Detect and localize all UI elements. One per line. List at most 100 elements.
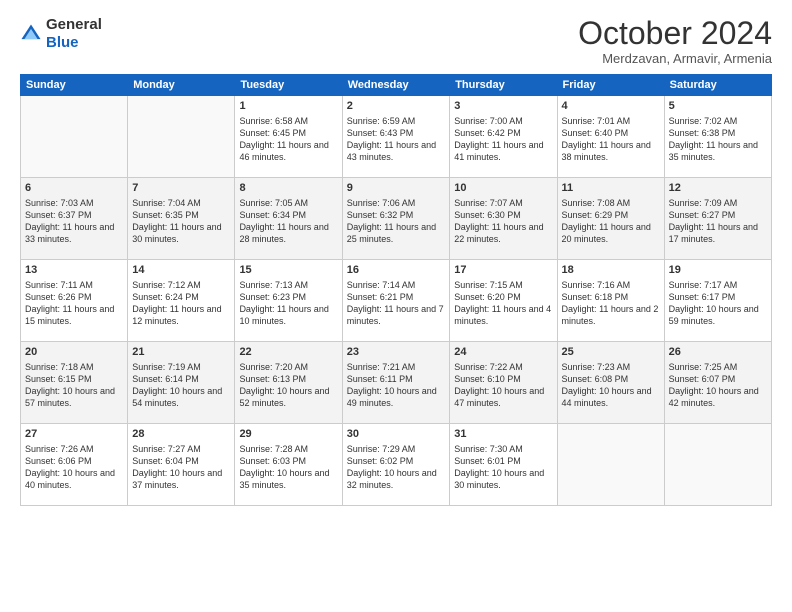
daylight-text: Daylight: 11 hours and 12 minutes.: [132, 303, 230, 327]
table-row: 19Sunrise: 7:17 AMSunset: 6:17 PMDayligh…: [664, 260, 771, 342]
logo-blue: Blue: [46, 34, 79, 51]
sunset-text: Sunset: 6:37 PM: [25, 209, 123, 221]
sunrise-text: Sunrise: 7:09 AM: [669, 197, 767, 209]
table-row: 17Sunrise: 7:15 AMSunset: 6:20 PMDayligh…: [450, 260, 557, 342]
daylight-text: Daylight: 11 hours and 2 minutes.: [562, 303, 660, 327]
sunset-text: Sunset: 6:23 PM: [239, 291, 337, 303]
calendar-week-row: 1Sunrise: 6:58 AMSunset: 6:45 PMDaylight…: [21, 96, 772, 178]
calendar-week-row: 27Sunrise: 7:26 AMSunset: 6:06 PMDayligh…: [21, 424, 772, 506]
day-number: 18: [562, 263, 660, 278]
table-row: 20Sunrise: 7:18 AMSunset: 6:15 PMDayligh…: [21, 342, 128, 424]
table-row: 14Sunrise: 7:12 AMSunset: 6:24 PMDayligh…: [128, 260, 235, 342]
sunrise-text: Sunrise: 6:59 AM: [347, 115, 446, 127]
sunrise-text: Sunrise: 6:58 AM: [239, 115, 337, 127]
calendar-week-row: 6Sunrise: 7:03 AMSunset: 6:37 PM Daylight…: [21, 178, 772, 260]
daylight-text: Daylight: 11 hours and 38 minutes.: [562, 139, 660, 163]
sunrise-text: Sunrise: 7:04 AM: [132, 197, 230, 209]
sunrise-text: Sunrise: 7:14 AM: [347, 279, 446, 291]
day-number: 2: [347, 99, 446, 114]
sunrise-text: Sunrise: 7:08 AM: [562, 197, 660, 209]
day-number: 7: [132, 181, 230, 196]
table-row: 22Sunrise: 7:20 AMSunset: 6:13 PMDayligh…: [235, 342, 342, 424]
daylight-text: Daylight: 10 hours and 30 minutes.: [454, 467, 552, 491]
day-number: 27: [25, 427, 123, 442]
sunset-text: Sunset: 6:21 PM: [347, 291, 446, 303]
table-row: 3Sunrise: 7:00 AMSunset: 6:42 PMDaylight…: [450, 96, 557, 178]
sunset-text: Sunset: 6:20 PM: [454, 291, 552, 303]
daylight-text: Daylight: 11 hours and 28 minutes.: [239, 221, 337, 245]
day-number: 13: [25, 263, 123, 278]
daylight-text: Daylight: 10 hours and 59 minutes.: [669, 303, 767, 327]
sunrise-text: Sunrise: 7:29 AM: [347, 443, 446, 455]
table-row: 12Sunrise: 7:09 AMSunset: 6:27 PMDayligh…: [664, 178, 771, 260]
table-row: 28Sunrise: 7:27 AMSunset: 6:04 PMDayligh…: [128, 424, 235, 506]
sunrise-text: Sunrise: 7:28 AM: [239, 443, 337, 455]
header-sunday: Sunday: [21, 75, 128, 96]
table-row: 27Sunrise: 7:26 AMSunset: 6:06 PMDayligh…: [21, 424, 128, 506]
day-number: 3: [454, 99, 552, 114]
day-number: 1: [239, 99, 337, 114]
sunset-text: Sunset: 6:14 PM: [132, 373, 230, 385]
table-row: 5Sunrise: 7:02 AMSunset: 6:38 PMDaylight…: [664, 96, 771, 178]
sunset-text: Sunset: 6:06 PM: [25, 455, 123, 467]
sunset-text: Sunset: 6:43 PM: [347, 127, 446, 139]
day-number: 11: [562, 181, 660, 196]
sunset-text: Sunset: 6:27 PM: [669, 209, 767, 221]
sunrise-text: Sunrise: 7:05 AM: [239, 197, 337, 209]
sunrise-text: Sunrise: 7:06 AM: [347, 197, 446, 209]
sunrise-text: Sunrise: 7:02 AM: [669, 115, 767, 127]
table-row: [21, 96, 128, 178]
day-number: 26: [669, 345, 767, 360]
daylight-text: Daylight: 10 hours and 40 minutes.: [25, 467, 123, 491]
sunset-text: Sunset: 6:07 PM: [669, 373, 767, 385]
logo-general: General: [46, 16, 102, 33]
sunset-text: Sunset: 6:13 PM: [239, 373, 337, 385]
sunrise-text: Sunrise: 7:13 AM: [239, 279, 337, 291]
sunset-text: Sunset: 6:42 PM: [454, 127, 552, 139]
sunset-text: Sunset: 6:26 PM: [25, 291, 123, 303]
sunrise-text: Sunrise: 7:19 AM: [132, 361, 230, 373]
day-number: 8: [239, 181, 337, 196]
page: General Blue October 2024 Merdzavan, Arm…: [0, 0, 792, 612]
day-number: 17: [454, 263, 552, 278]
calendar-week-row: 20Sunrise: 7:18 AMSunset: 6:15 PMDayligh…: [21, 342, 772, 424]
sunrise-text: Sunrise: 7:03 AM: [25, 197, 123, 209]
table-row: 23Sunrise: 7:21 AMSunset: 6:11 PMDayligh…: [342, 342, 450, 424]
header-saturday: Saturday: [664, 75, 771, 96]
table-row: 15Sunrise: 7:13 AMSunset: 6:23 PMDayligh…: [235, 260, 342, 342]
day-number: 19: [669, 263, 767, 278]
daylight-text: Daylight: 11 hours and 10 minutes.: [239, 303, 337, 327]
calendar-week-row: 13Sunrise: 7:11 AMSunset: 6:26 PMDayligh…: [21, 260, 772, 342]
sunrise-text: Sunrise: 7:12 AM: [132, 279, 230, 291]
table-row: [557, 424, 664, 506]
day-number: 22: [239, 345, 337, 360]
sunset-text: Sunset: 6:18 PM: [562, 291, 660, 303]
table-row: 18Sunrise: 7:16 AMSunset: 6:18 PMDayligh…: [557, 260, 664, 342]
sunrise-text: Sunrise: 7:00 AM: [454, 115, 552, 127]
day-number: 4: [562, 99, 660, 114]
title-block: October 2024 Merdzavan, Armavir, Armenia: [578, 16, 772, 66]
day-number: 28: [132, 427, 230, 442]
sunrise-text: Sunrise: 7:16 AM: [562, 279, 660, 291]
sunrise-text: Sunrise: 7:20 AM: [239, 361, 337, 373]
sunrise-text: Sunrise: 7:27 AM: [132, 443, 230, 455]
daylight-text: Daylight: 11 hours and 46 minutes.: [239, 139, 337, 163]
table-row: 1Sunrise: 6:58 AMSunset: 6:45 PMDaylight…: [235, 96, 342, 178]
sunrise-text: Sunrise: 7:22 AM: [454, 361, 552, 373]
day-number: 6: [25, 181, 123, 196]
day-number: 24: [454, 345, 552, 360]
table-row: 10Sunrise: 7:07 AMSunset: 6:30 PMDayligh…: [450, 178, 557, 260]
header-tuesday: Tuesday: [235, 75, 342, 96]
calendar-header-row: Sunday Monday Tuesday Wednesday Thursday…: [21, 75, 772, 96]
sunrise-text: Sunrise: 7:25 AM: [669, 361, 767, 373]
header: General Blue October 2024 Merdzavan, Arm…: [20, 16, 772, 66]
day-number: 15: [239, 263, 337, 278]
day-number: 30: [347, 427, 446, 442]
daylight-text: Daylight: 11 hours and 22 minutes.: [454, 221, 552, 245]
daylight-text: Daylight: 10 hours and 47 minutes.: [454, 385, 552, 409]
sunset-text: Sunset: 6:35 PM: [132, 209, 230, 221]
sunset-text: Sunset: 6:08 PM: [562, 373, 660, 385]
day-number: 29: [239, 427, 337, 442]
day-number: 12: [669, 181, 767, 196]
daylight-text: Daylight: 10 hours and 54 minutes.: [132, 385, 230, 409]
